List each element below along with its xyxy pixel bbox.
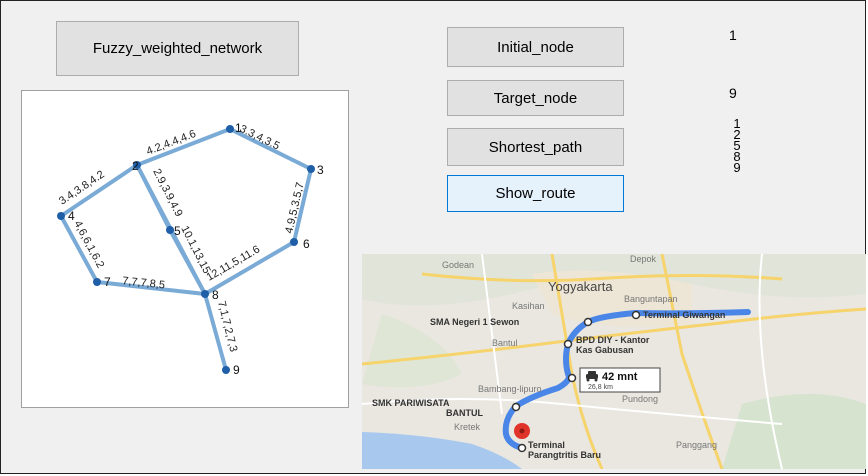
map-label-yogyakarta: Yogyakarta xyxy=(548,279,613,294)
place-bpd-1: BPD DIY - Kantor xyxy=(576,335,650,345)
map-label-kasihan: Kasihan xyxy=(512,301,545,311)
node-label-4: 4 xyxy=(68,209,75,223)
edge-weight-2-5: 2.9,3.9,4.9 xyxy=(150,167,184,219)
place-bpd-2: Kas Gabusan xyxy=(576,345,634,355)
route-distance: 26,8 km xyxy=(588,384,613,391)
stop-smk[interactable] xyxy=(511,402,521,412)
app-window: Fuzzy_weighted_network Initial_node Targ… xyxy=(0,0,866,474)
route-map[interactable]: Godean Depok Banguntapan Kasihan Bantul … xyxy=(362,254,866,469)
stop-sma[interactable] xyxy=(583,317,593,327)
node-label-7: 7 xyxy=(104,275,111,289)
map-label-bantul: Bantul xyxy=(492,338,518,348)
node-label-2: 2 xyxy=(132,159,139,173)
path-node: 9 xyxy=(733,160,741,175)
place-terminal-2: Parangtritis Baru xyxy=(528,450,601,460)
node-8[interactable] xyxy=(201,290,209,298)
map-label-depok: Depok xyxy=(630,254,657,264)
destination-pin-icon xyxy=(514,423,530,439)
initial-node-value: 1 xyxy=(729,27,737,43)
target-node-button[interactable]: Target_node xyxy=(447,80,624,116)
shortest-path-list: 1 2 5 8 9 xyxy=(729,117,745,175)
node-5[interactable] xyxy=(166,226,174,234)
map-label-kretek: Kretek xyxy=(454,422,481,432)
route-time: 42 mnt xyxy=(602,371,638,383)
place-smk-2: BANTUL xyxy=(446,408,483,418)
map-label-bambanglipuro: Bambang-lipuro xyxy=(478,384,542,394)
place-giwangan: Terminal Giwangan xyxy=(643,310,725,320)
map-label-pundong: Pundong xyxy=(622,394,658,404)
node-label-3: 3 xyxy=(317,163,324,177)
node-label-6: 6 xyxy=(303,237,310,251)
stop-bpd[interactable] xyxy=(563,339,573,349)
map-label-banguntapan: Banguntapan xyxy=(624,294,678,304)
map-label-godean: Godean xyxy=(442,260,474,270)
show-route-button[interactable]: Show_route xyxy=(447,175,624,212)
target-node-value: 9 xyxy=(729,85,737,101)
stop-terminal[interactable] xyxy=(517,443,527,453)
node-7[interactable] xyxy=(93,278,101,286)
fuzzy-weighted-network-button[interactable]: Fuzzy_weighted_network xyxy=(56,21,299,76)
place-sma: SMA Negeri 1 Sewon xyxy=(430,317,519,327)
place-smk-1: SMK PARIWISATA xyxy=(372,398,450,408)
map-label-panggang: Panggang xyxy=(676,440,717,450)
route-info-box[interactable]: 42 mnt 26,8 km xyxy=(579,367,661,393)
place-terminal-1: Terminal xyxy=(528,440,565,450)
node-9[interactable] xyxy=(222,366,230,374)
node-label-9: 9 xyxy=(233,363,240,377)
node-label-8: 8 xyxy=(212,288,219,302)
network-graph-panel: 4.2,4.4,4.6 3.3,4,3.5 3.4,3.8,4.2 2.9,3.… xyxy=(21,90,349,408)
stop-giwangan[interactable] xyxy=(631,310,641,320)
node-label-5: 5 xyxy=(174,224,181,238)
initial-node-button[interactable]: Initial_node xyxy=(447,27,624,67)
node-6[interactable] xyxy=(290,238,298,246)
network-graph: 4.2,4.4,4.6 3.3,4,3.5 3.4,3.8,4.2 2.9,3.… xyxy=(57,121,324,377)
edge-weight-7-8: 7,7,7,8,5 xyxy=(122,275,166,291)
shortest-path-button[interactable]: Shortest_path xyxy=(447,128,624,166)
node-3[interactable] xyxy=(307,165,315,173)
node-4[interactable] xyxy=(57,212,65,220)
map-canvas: Godean Depok Banguntapan Kasihan Bantul … xyxy=(362,254,866,469)
node-1[interactable] xyxy=(226,125,234,133)
node-label-1: 1 xyxy=(235,121,242,135)
stop-mid[interactable] xyxy=(567,373,577,383)
